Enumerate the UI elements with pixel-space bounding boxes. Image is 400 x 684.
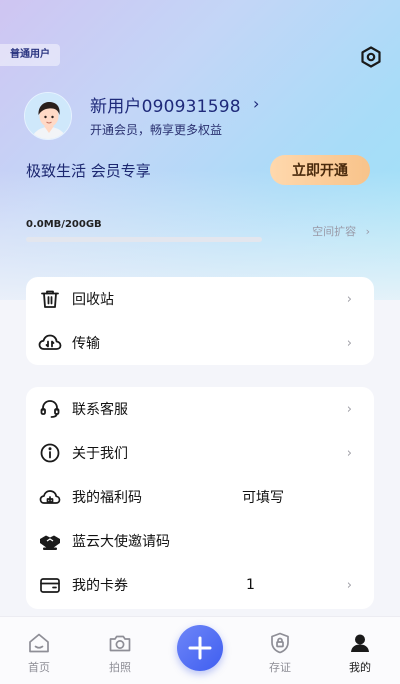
storage-progress-bar [26,237,262,242]
handshake-icon [38,529,62,553]
cloud-transfer-icon [38,331,62,355]
chevron-right-icon: › [346,445,352,461]
list-item-customer-service[interactable]: 联系客服 › [26,387,374,431]
camera-icon [108,631,132,655]
open-membership-button[interactable]: 立即开通 [270,155,370,185]
storage-usage-text: 0.0MB/200GB [26,219,102,230]
list-item-label: 蓝云大使邀请码 [72,534,170,550]
expand-storage-label: 空间扩容 [312,225,357,238]
list-item-label: 回收站 [72,292,114,308]
chevron-right-icon: › [346,577,352,593]
list-item-recycle-bin[interactable]: 回收站 › [26,277,374,321]
list-item-transfer[interactable]: 传输 › [26,321,374,365]
chevron-right-icon: › [365,225,370,238]
list-item-my-coupons[interactable]: 我的卡券 1 › [26,563,374,607]
list-item-label: 我的卡券 [72,578,128,594]
settings-icon[interactable] [360,46,382,68]
user-icon [348,631,372,655]
vip-tip-text: 开通会员，畅享更多权益 [90,123,223,137]
coupon-count: 1 [246,577,255,593]
tab-home[interactable]: 首页 [4,617,74,684]
gift-code-icon [38,485,62,509]
list-item-label: 我的福利码 [72,490,142,506]
avatar[interactable] [24,92,72,140]
info-icon [38,441,62,465]
list-item-label: 传输 [72,336,100,352]
tab-mine[interactable]: 我的 [325,617,395,684]
user-level-badge: 普通用户 [0,44,60,66]
chevron-right-icon: › [346,401,352,417]
tab-certificate[interactable]: 存证 [245,617,315,684]
add-button[interactable] [177,625,223,671]
welfare-code-status: 可填写 [242,490,284,506]
tab-label: 存证 [269,661,291,674]
list-item-label: 关于我们 [72,446,128,462]
list-item-ambassador-code[interactable]: 蓝云大使邀请码 [26,519,374,563]
list-item-label: 联系客服 [72,402,128,418]
chevron-right-icon: › [346,291,352,307]
tools-card: 回收站 › 传输 › [26,277,374,365]
services-card: 联系客服 › 关于我们 › 我的福利码 可填写 蓝云大使邀请码 我的卡券 1 › [26,387,374,609]
list-item-about-us[interactable]: 关于我们 › [26,431,374,475]
username[interactable]: 新用户090931598 [90,92,241,117]
tab-label: 我的 [349,661,371,674]
shield-lock-icon [268,631,292,655]
home-icon [27,631,51,655]
tab-camera[interactable]: 拍照 [85,617,155,684]
trash-icon [38,287,62,311]
list-item-welfare-code[interactable]: 我的福利码 可填写 [26,475,374,519]
chevron-right-icon[interactable]: › [253,94,259,113]
member-slogan: 极致生活 会员专享 [26,162,151,180]
chevron-right-icon: › [346,335,352,351]
tab-label: 首页 [28,661,50,674]
card-icon [38,573,62,597]
headset-icon [38,397,62,421]
expand-storage-link[interactable]: 空间扩容 › [312,223,370,239]
tab-label: 拍照 [109,661,131,674]
